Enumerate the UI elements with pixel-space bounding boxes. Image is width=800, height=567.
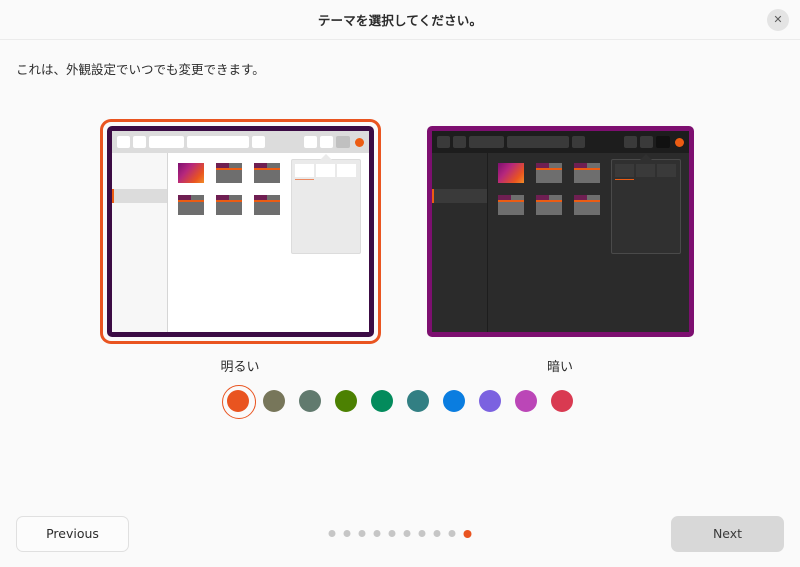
preview-topbar	[111, 131, 369, 153]
preview-folder-icon	[498, 195, 525, 215]
preview-popup-segment	[294, 164, 315, 180]
preview-popup-arrow	[319, 154, 332, 160]
subtitle-text: これは、外観設定でいつでも変更できます。	[16, 62, 265, 77]
theme-label-dark: 暗い	[546, 360, 573, 375]
preview-popup-segment	[315, 164, 336, 177]
preview-sidebar-selected-row	[111, 189, 168, 203]
preview-popup-segment	[635, 164, 656, 177]
preview-folder-icon	[178, 195, 205, 215]
theme-options: 明るい 暗い	[0, 122, 800, 375]
preview-popup-segments	[292, 160, 360, 180]
accent-swatch-olive[interactable]	[263, 390, 285, 412]
preview-popup-arrow	[639, 154, 652, 160]
accent-swatch-orange[interactable]	[222, 385, 256, 419]
preview-topbar-chip	[506, 136, 569, 148]
accent-swatch-red[interactable]	[551, 390, 573, 412]
page-dot	[388, 530, 396, 537]
page-dot	[418, 530, 426, 537]
preview-folder-icon	[178, 163, 205, 183]
preview-topbar-chip	[132, 136, 146, 148]
preview-accent-dot	[674, 137, 684, 147]
preview-sidebar-selected-row	[431, 189, 488, 203]
preview-file-area	[168, 153, 369, 332]
preview-popup-segments	[612, 160, 680, 180]
preview-main	[431, 153, 689, 332]
preview-topbar	[431, 131, 689, 153]
preview-topbar-chip	[639, 136, 653, 148]
page-dot	[448, 530, 456, 537]
accent-swatch-emerald[interactable]	[371, 390, 393, 412]
preview-topbar-chip	[452, 136, 466, 148]
footer-bar: Previous Next	[0, 500, 800, 567]
preview-topbar-chip	[468, 136, 504, 148]
accent-swatch-purple[interactable]	[479, 390, 501, 412]
accent-swatch-blue[interactable]	[443, 390, 465, 412]
preview-folder-icon	[254, 163, 281, 183]
preview-topbar-chip-dark	[335, 136, 350, 148]
accent-swatch-sage[interactable]	[299, 390, 321, 412]
preview-popup-segment	[337, 164, 357, 177]
preview-sidebar	[431, 153, 489, 332]
accent-color-picker	[0, 385, 800, 419]
accent-swatch-green[interactable]	[335, 390, 357, 412]
theme-preview-light	[106, 126, 374, 337]
page-dot	[328, 530, 336, 537]
page-dot	[373, 530, 381, 537]
preview-main	[111, 153, 369, 332]
page-title: テーマを選択してください。	[317, 13, 483, 28]
preview-popup-menu	[610, 154, 681, 254]
preview-topbar-chip	[251, 136, 265, 148]
theme-option-dark[interactable]: 暗い	[423, 122, 698, 375]
accent-swatch-teal[interactable]	[407, 390, 429, 412]
preview-popup-segment	[614, 164, 635, 180]
main-content: これは、外観設定でいつでも変更できます。 明るい 暗い	[0, 40, 800, 500]
page-dot	[433, 530, 441, 537]
theme-preview-dark	[426, 126, 694, 337]
preview-folder-icon	[574, 163, 601, 183]
preview-folder-icon	[216, 163, 243, 183]
preview-topbar-chip	[186, 136, 249, 148]
preview-topbar-chip	[303, 136, 317, 148]
preview-popup-segment	[657, 164, 677, 177]
close-icon[interactable]: ✕	[767, 8, 789, 31]
preview-sidebar	[111, 153, 169, 332]
preview-topbar-chip	[436, 136, 450, 148]
theme-label-light: 明るい	[220, 360, 260, 375]
page-indicator	[328, 529, 472, 538]
accent-swatch-magenta[interactable]	[515, 390, 537, 412]
preview-popup-menu	[290, 154, 361, 254]
preview-topbar-chip	[319, 136, 333, 148]
theme-chooser-window: テーマを選択してください。 ✕ これは、外観設定でいつでも変更できます。 明るい…	[0, 0, 800, 567]
preview-topbar-chip-dark	[655, 136, 670, 148]
theme-preview-wrap-light	[103, 122, 378, 341]
theme-preview-wrap-dark	[423, 122, 698, 341]
preview-topbar-chip	[116, 136, 130, 148]
preview-folder-icon	[216, 195, 243, 215]
page-dot	[463, 529, 472, 538]
preview-folder-icon	[536, 163, 563, 183]
preview-topbar-chip	[623, 136, 637, 148]
preview-topbar-chip	[571, 136, 585, 148]
theme-option-light[interactable]: 明るい	[103, 122, 378, 375]
page-dot	[343, 530, 351, 537]
previous-button[interactable]: Previous	[16, 515, 129, 552]
preview-folder-icon	[536, 195, 563, 215]
page-dot	[403, 530, 411, 537]
preview-topbar-chip	[148, 136, 184, 148]
page-dot	[358, 530, 366, 537]
preview-file-area	[488, 153, 689, 332]
preview-folder-icon	[574, 195, 601, 215]
preview-accent-dot	[354, 137, 364, 147]
next-button[interactable]: Next	[671, 515, 784, 552]
preview-folder-icon	[498, 163, 525, 183]
preview-folder-icon	[254, 195, 281, 215]
header-bar: テーマを選択してください。 ✕	[0, 0, 800, 40]
